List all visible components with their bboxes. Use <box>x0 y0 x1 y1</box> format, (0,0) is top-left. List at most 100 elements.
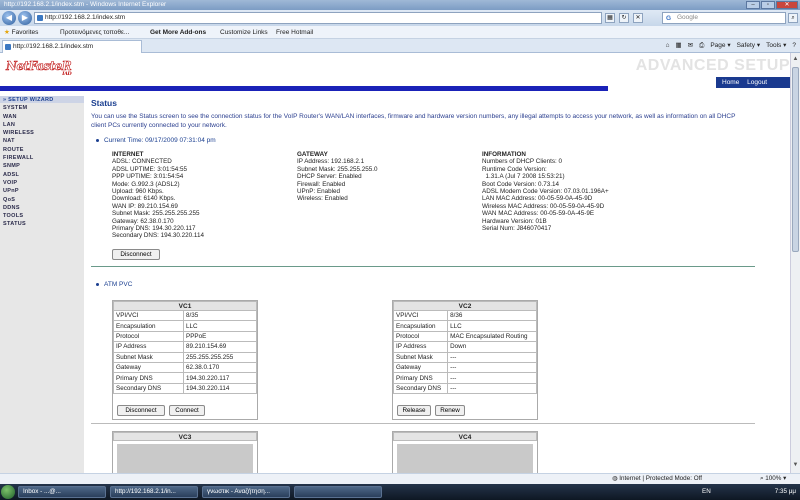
sidebar-item-ddns[interactable]: DDNS <box>0 204 84 213</box>
home-icon[interactable]: ⌂ <box>666 41 670 51</box>
stop-icon[interactable]: ✕ <box>633 13 643 23</box>
safety-menu[interactable]: Safety ▾ <box>737 41 761 51</box>
scroll-up-icon[interactable]: ▲ <box>792 55 799 64</box>
sidebar-item-system[interactable]: SYSTEM <box>0 104 84 113</box>
close-button[interactable]: ✕ <box>776 1 798 9</box>
scroll-thumb[interactable] <box>792 67 799 252</box>
zone-text: Internet | Protected Mode: Off <box>619 475 702 482</box>
internet-line: Gateway: 62.38.0.170 <box>112 217 174 225</box>
search-go-icon[interactable]: ⌕ <box>788 13 798 23</box>
page-menu[interactable]: Page ▾ <box>710 41 730 51</box>
table-row: VPI/VCI 8/35 <box>112 309 257 322</box>
vc1-value: 194.30.220.117 <box>183 372 257 384</box>
zoom-icon: ⌕ <box>760 475 764 482</box>
information-info: INFORMATION Numbers of DHCP Clients: 0 R… <box>482 151 732 232</box>
favorites-button[interactable]: ★ Favorites <box>4 26 38 39</box>
search-input[interactable]: G Google <box>662 12 786 24</box>
fav-link-4[interactable]: Free Hotmail <box>276 26 313 39</box>
command-bar: ⌂ ▦ ✉ ⎙ Page ▾ Safety ▾ Tools ▾ ? <box>666 41 796 51</box>
section-divider <box>91 423 755 424</box>
vc1-value: PPPoE <box>183 330 257 343</box>
mail-icon[interactable]: ✉ <box>688 41 693 51</box>
internet-header: INTERNET <box>112 151 144 158</box>
sidebar-item-firewall[interactable]: FIREWALL <box>0 154 84 163</box>
logout-link[interactable]: Logout <box>747 79 767 86</box>
print-icon[interactable]: ⎙ <box>699 41 704 51</box>
vc1-key: Gateway <box>112 361 185 374</box>
sidebar: » SETUP WIZARD SYSTEM WAN LAN WIRELESS N… <box>0 96 84 473</box>
information-line: WAN MAC Address: 00-05-59-0A-45-9E <box>482 210 595 218</box>
vertical-scrollbar[interactable]: ▲ ▼ <box>790 53 800 473</box>
zoom-level[interactable]: ⌕ 100% ▾ <box>760 474 786 484</box>
maximize-button[interactable]: ▫ <box>761 1 775 9</box>
vc4-title: VC4 <box>393 432 537 441</box>
sidebar-item-status[interactable]: STATUS <box>0 220 84 229</box>
vc1-key: Subnet Mask <box>112 351 185 363</box>
taskbar-item[interactable]: http://192.168.2.1/in... <box>110 486 198 498</box>
refresh-icon[interactable]: ↻ <box>619 13 629 23</box>
vc2-key: IP Address <box>392 341 449 353</box>
forward-button[interactable]: ▶ <box>18 11 32 25</box>
table-row: Gateway --- <box>392 361 537 374</box>
zoom-text: 100% <box>765 475 782 482</box>
language-indicator[interactable]: EN <box>702 484 711 500</box>
sidebar-item-upnp[interactable]: UPnP <box>0 187 84 196</box>
star-icon: ★ <box>4 29 10 36</box>
gateway-info: GATEWAY IP Address: 192.168.2.1 Subnet M… <box>297 151 457 203</box>
vc2-table: VC2 VPI/VCI 8/36 Encapsulation LLC Protoco… <box>392 301 537 395</box>
internet-line: Secondary DNS: 194.30.220.114 <box>112 232 204 240</box>
vc1-key: Protocol <box>112 330 185 343</box>
taskbar-item[interactable]: γνωστικ - Αναζήτηση... <box>202 486 290 498</box>
disconnect-button[interactable]: Disconnect <box>112 249 160 260</box>
address-row: ◀ ▶ http://192.168.2.1/index.stm ▦ ↻ ✕ G… <box>0 10 800 26</box>
security-zone[interactable]: ◍ Internet | Protected Mode: Off <box>612 474 702 484</box>
vc2-key: Gateway <box>392 361 449 374</box>
tools-menu[interactable]: Tools ▾ <box>766 41 786 51</box>
information-line: ADSL Modem Code Version: 07.03.01.196A+ <box>482 188 609 196</box>
fav-link-1[interactable]: Προτεινόμενες τοποθε... <box>60 26 129 39</box>
browser-tab[interactable]: http://192.168.2.1/index.stm <box>2 40 142 53</box>
address-bar[interactable]: http://192.168.2.1/index.stm <box>34 12 602 24</box>
advanced-setup-title: ADVANCED SETUP <box>635 57 790 74</box>
sidebar-item-route[interactable]: ROUTE <box>0 146 84 155</box>
tab-row: http://192.168.2.1/index.stm ⌂ ▦ ✉ ⎙ Pag… <box>0 39 800 53</box>
sidebar-item-voip[interactable]: VOIP <box>0 179 84 188</box>
sidebar-item-tools[interactable]: TOOLS <box>0 212 84 221</box>
sidebar-item-wireless[interactable]: WIRELESS <box>0 129 84 138</box>
sidebar-item-lan[interactable]: LAN <box>0 121 84 130</box>
scroll-down-icon[interactable]: ▼ <box>792 461 799 470</box>
help-icon[interactable]: ? <box>792 41 796 51</box>
netfaster-logo: NetFasteR IAD <box>6 59 72 77</box>
clock[interactable]: 7:35 μμ <box>775 484 796 500</box>
taskbar: Inbox - ...@... http://192.168.2.1/in...… <box>0 484 800 500</box>
vc2-key: Encapsulation <box>392 320 449 332</box>
fav-link-2[interactable]: Get More Add-ons <box>150 26 206 39</box>
internet-info: INTERNET ADSL: CONNECTED ADSL UPTIME: 3:… <box>112 151 272 240</box>
compat-view-icon[interactable]: ▦ <box>605 13 615 23</box>
table-row: Secondary DNS --- <box>392 382 537 395</box>
taskbar-item[interactable] <box>294 486 382 498</box>
vc2-renew-button[interactable]: Renew <box>435 405 465 416</box>
sidebar-item-qos[interactable]: QoS <box>0 196 84 204</box>
information-line: Serial Num: J846070417 <box>482 225 552 233</box>
sidebar-item-adsl[interactable]: ADSL <box>0 171 84 179</box>
back-button[interactable]: ◀ <box>2 11 16 25</box>
vc1-connect-button[interactable]: Connect <box>169 405 205 416</box>
internet-line: PPP UPTIME: 3:01:54:54 <box>112 173 184 181</box>
sidebar-item-wan[interactable]: WAN <box>0 113 84 121</box>
feeds-icon[interactable]: ▦ <box>676 41 682 51</box>
taskbar-item[interactable]: Inbox - ...@... <box>18 486 106 498</box>
start-button[interactable] <box>1 485 15 499</box>
vc1-disconnect-button[interactable]: Disconnect <box>117 405 165 416</box>
fav-link-3[interactable]: Customize Links <box>220 26 268 39</box>
sidebar-item-setup-wizard[interactable]: » SETUP WIZARD <box>0 96 84 105</box>
vc2-release-button[interactable]: Release <box>397 405 431 416</box>
vc1-key: Secondary DNS <box>112 382 185 395</box>
information-line: Wireless MAC Address: 00-05-59-0A-45-9D <box>482 202 605 210</box>
minimize-button[interactable]: – <box>746 1 760 9</box>
page-title: Status <box>91 98 117 108</box>
sidebar-item-snmp[interactable]: SNMP <box>0 162 84 171</box>
home-link[interactable]: Home <box>722 79 739 86</box>
table-row: VPI/VCI 8/36 <box>392 309 537 322</box>
sidebar-item-nat[interactable]: NAT <box>0 137 84 146</box>
